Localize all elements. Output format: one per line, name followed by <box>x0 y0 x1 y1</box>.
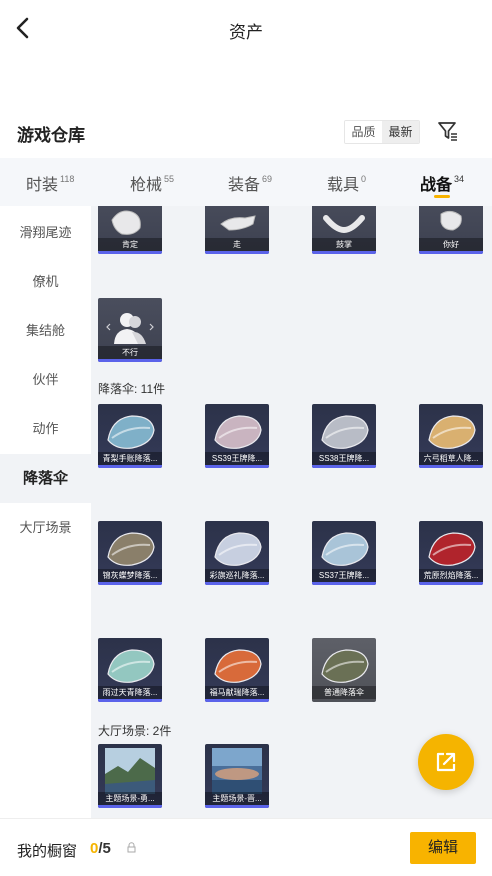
card-label: 福马献瑞降落... <box>205 686 269 699</box>
lobby-scene-card[interactable]: 主题场景-勇... <box>98 744 162 808</box>
card-rarity-bar <box>98 805 162 808</box>
filter-icon[interactable] <box>437 120 459 142</box>
card-rarity-bar <box>419 582 483 585</box>
card-label: 不行 <box>98 346 162 359</box>
lobby-scene-group-heading: 大厅场景: 2件 <box>98 724 172 738</box>
tab-count: 34 <box>454 174 465 184</box>
card-rarity-bar <box>98 582 162 585</box>
sidebar-item-wingman[interactable]: 僚机 <box>0 257 91 306</box>
top-bar: 资产 <box>0 0 492 58</box>
share-external-icon <box>436 752 456 772</box>
warehouse-title: 游戏仓库 <box>17 126 85 145</box>
parachute-card[interactable]: 六弓稻草人降... <box>419 404 483 468</box>
parachute-card[interactable]: 锦灰蝶梦降落... <box>98 521 162 585</box>
sidebar-item-parachute[interactable]: 降落伞 <box>0 454 91 503</box>
card-label: 荒原烈焰降落... <box>419 569 483 582</box>
parachute-card[interactable]: SS37王牌降... <box>312 521 376 585</box>
tab-label: 战备 <box>420 177 453 194</box>
category-tabs: 时装 118 枪械 55 装备 69 载具 0 战备 34 <box>0 158 492 206</box>
card-rarity-bar <box>205 699 269 702</box>
parachute-card[interactable]: SS39王牌降... <box>205 404 269 468</box>
lobby-scene-card[interactable]: 主题场景-晋... <box>205 744 269 808</box>
emote-card[interactable]: 不行 <box>98 298 162 362</box>
tab-label: 枪械 <box>130 177 163 194</box>
card-label: SS38王牌降... <box>312 452 376 465</box>
card-rarity-bar <box>98 465 162 468</box>
card-label: 鼓掌 <box>312 238 376 251</box>
sort-toggle: 品质 最新 <box>344 120 420 144</box>
showcase-count: 0/5 <box>90 840 111 857</box>
card-label: 六弓稻草人降... <box>419 452 483 465</box>
card-label: 肯定 <box>98 238 162 251</box>
parachute-card[interactable]: 荒原烈焰降落... <box>419 521 483 585</box>
item-grid-panel: 肯定 走 鼓掌 你好 不行 降落伞: 11件 青梨手账降落... SS39王牌降… <box>91 206 492 818</box>
page-title: 资产 <box>229 23 263 42</box>
card-rarity-bar <box>419 465 483 468</box>
tab-count: 55 <box>164 174 175 184</box>
tab-fashion[interactable]: 时装 118 <box>26 171 74 195</box>
emote-card[interactable]: 肯定 <box>98 206 162 254</box>
tab-label: 时装 <box>26 177 59 194</box>
card-label: 你好 <box>419 238 483 251</box>
sort-quality-button[interactable]: 品质 <box>345 121 382 143</box>
parachute-card[interactable]: SS38王牌降... <box>312 404 376 468</box>
tab-weapons[interactable]: 枪械 55 <box>130 171 174 195</box>
parachute-card[interactable]: 福马献瑞降落... <box>205 638 269 702</box>
tab-vehicles[interactable]: 载具 0 <box>327 171 366 195</box>
card-rarity-bar <box>98 699 162 702</box>
tab-battle-gear[interactable]: 战备 34 <box>420 171 464 195</box>
parachute-group-heading: 降落伞: 11件 <box>98 382 166 396</box>
sidebar-item-emote[interactable]: 动作 <box>0 404 91 453</box>
card-rarity-bar <box>205 582 269 585</box>
tab-equipment[interactable]: 装备 69 <box>228 171 272 195</box>
card-rarity-bar <box>98 359 162 362</box>
parachute-card[interactable]: 彩旗巡礼降落... <box>205 521 269 585</box>
card-rarity-bar <box>98 251 162 254</box>
edit-button[interactable]: 编辑 <box>410 832 476 864</box>
showcase-count-total: /5 <box>98 840 111 857</box>
showcase-title: 我的橱窗 <box>17 843 78 860</box>
card-label: 彩旗巡礼降落... <box>205 569 269 582</box>
card-rarity-bar <box>312 465 376 468</box>
card-label: 主题场景-勇... <box>98 792 162 805</box>
active-tab-indicator <box>434 195 450 198</box>
card-rarity-bar <box>312 582 376 585</box>
sort-newest-button[interactable]: 最新 <box>382 121 419 143</box>
sidebar-item-glide-trail[interactable]: 滑翔尾迹 <box>0 208 91 257</box>
tab-count: 0 <box>361 174 367 184</box>
sidebar-item-pod[interactable]: 集结舱 <box>0 306 91 355</box>
tab-count: 118 <box>60 174 75 184</box>
tab-label: 载具 <box>327 177 360 194</box>
sidebar-item-partner[interactable]: 伙伴 <box>0 355 91 404</box>
card-rarity-bar <box>205 465 269 468</box>
card-label: SS37王牌降... <box>312 569 376 582</box>
card-label: 主题场景-晋... <box>205 792 269 805</box>
emote-card[interactable]: 你好 <box>419 206 483 254</box>
card-label: 锦灰蝶梦降落... <box>98 569 162 582</box>
card-label: 普通降落伞 <box>312 686 376 699</box>
card-rarity-bar <box>205 805 269 808</box>
share-float-button[interactable] <box>418 734 474 790</box>
sidebar-item-lobby-scene[interactable]: 大厅场景 <box>0 503 91 552</box>
card-label: 青梨手账降落... <box>98 452 162 465</box>
showcase-bar: 我的橱窗 0/5 编辑 <box>0 818 492 876</box>
parachute-card[interactable]: 青梨手账降落... <box>98 404 162 468</box>
card-label: 雨过天青降落... <box>98 686 162 699</box>
card-rarity-bar <box>312 251 376 254</box>
emote-card[interactable]: 鼓掌 <box>312 206 376 254</box>
lock-icon <box>127 842 136 853</box>
card-label: SS39王牌降... <box>205 452 269 465</box>
tab-count: 69 <box>262 174 273 184</box>
emote-card[interactable]: 走 <box>205 206 269 254</box>
subcategory-sidebar: 滑翔尾迹 僚机 集结舱 伙伴 动作 降落伞 大厅场景 <box>0 206 91 818</box>
parachute-card[interactable]: 普通降落伞 <box>312 638 376 702</box>
parachute-card[interactable]: 雨过天青降落... <box>98 638 162 702</box>
tab-label: 装备 <box>228 177 261 194</box>
card-rarity-bar <box>205 251 269 254</box>
card-rarity-bar <box>419 251 483 254</box>
card-label: 走 <box>205 238 269 251</box>
